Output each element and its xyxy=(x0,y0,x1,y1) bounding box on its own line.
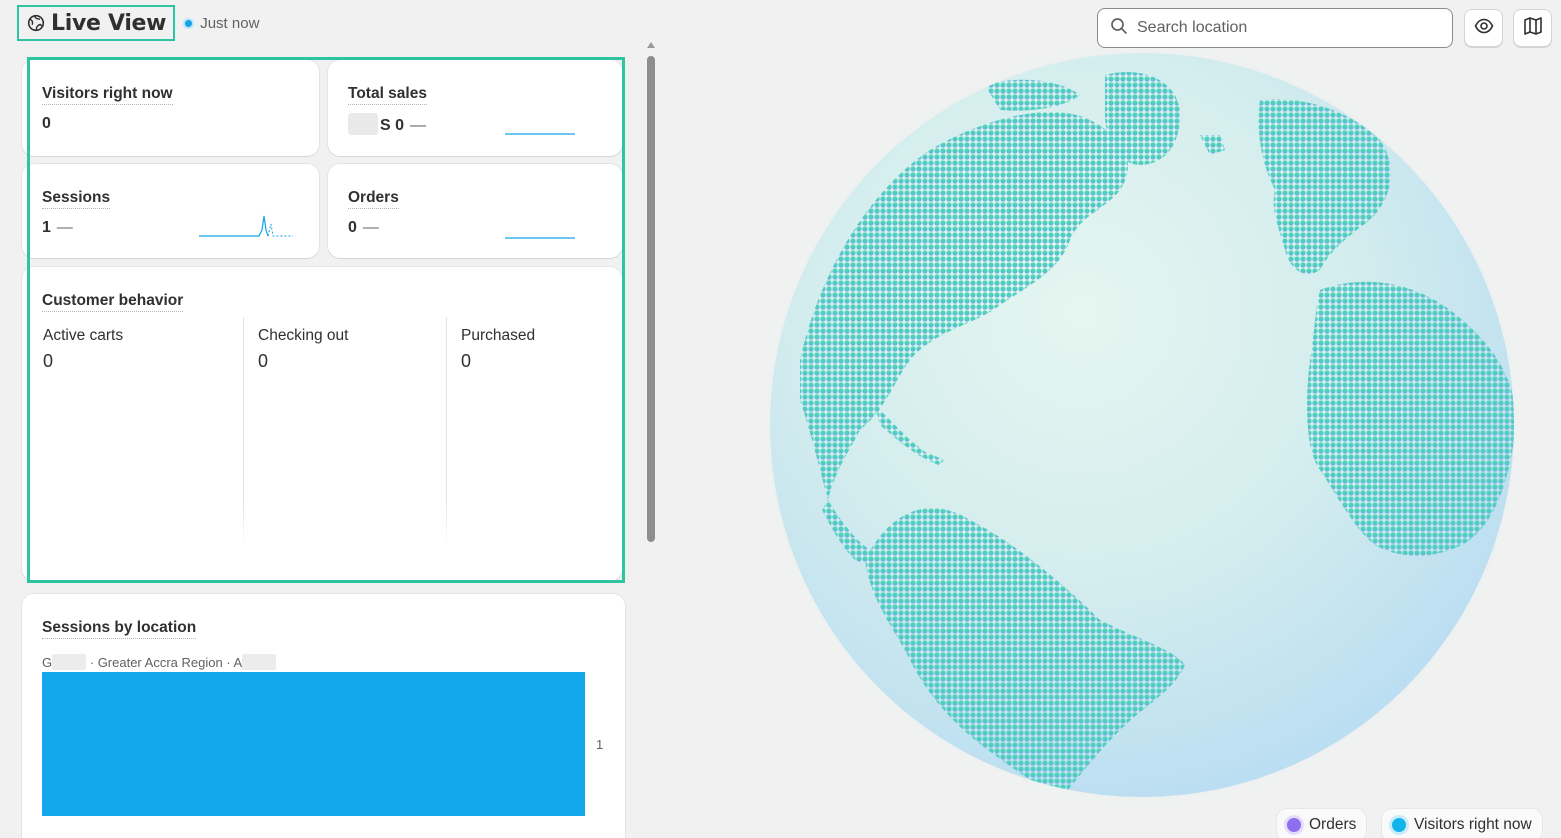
legend-visitors-label: Visitors right now xyxy=(1414,816,1532,833)
orders-number: 0 xyxy=(348,219,357,236)
globe-icon xyxy=(27,14,45,32)
total-sales-number: S 0 xyxy=(380,117,405,135)
globe[interactable] xyxy=(750,33,1540,820)
purchased-column: Purchased 0 xyxy=(461,327,535,372)
total-sales-value: S 0 — xyxy=(348,113,427,137)
map-icon xyxy=(1523,16,1543,41)
location-region: · Greater Accra Region · A xyxy=(89,654,243,670)
location-bar[interactable] xyxy=(42,672,585,816)
search-location-field[interactable] xyxy=(1097,8,1453,48)
scrollbar[interactable] xyxy=(646,42,656,544)
customer-behavior-title[interactable]: Customer behavior xyxy=(42,292,184,312)
orders-label[interactable]: Orders xyxy=(348,189,399,209)
checking-out-column: Checking out 0 xyxy=(258,327,348,372)
location-count: 1 xyxy=(596,737,604,752)
location-label: G · Greater Accra Region · A xyxy=(42,654,277,670)
total-sales-sparkline xyxy=(505,133,575,135)
live-view-title-box: Live View xyxy=(17,5,176,41)
redacted-currency xyxy=(348,113,378,135)
last-updated-text: Just now xyxy=(200,14,260,32)
live-status: Just now xyxy=(183,15,259,32)
page-title: Live View xyxy=(51,10,167,36)
location-prefix: G xyxy=(42,654,53,670)
sessions-label[interactable]: Sessions xyxy=(42,189,111,209)
live-dot-icon xyxy=(183,17,195,29)
orders-change: — xyxy=(362,219,379,236)
visitors-number: 0 xyxy=(42,115,51,132)
sessions-sparkline xyxy=(199,215,293,237)
visitors-dot-icon xyxy=(1392,818,1406,832)
map-view-button[interactable] xyxy=(1513,9,1552,47)
orders-dot-icon xyxy=(1287,818,1301,832)
total-sales-label[interactable]: Total sales xyxy=(348,85,427,105)
legend-visitors: Visitors right now xyxy=(1382,809,1542,838)
visitors-label[interactable]: Visitors right now xyxy=(42,85,173,105)
redacted-city xyxy=(242,654,277,670)
active-carts-value: 0 xyxy=(43,351,54,371)
legend-orders-label: Orders xyxy=(1309,816,1357,833)
redacted-country xyxy=(52,654,87,670)
column-divider xyxy=(243,317,244,547)
page-header: Live View Just now xyxy=(17,5,259,41)
search-icon xyxy=(1110,17,1128,40)
visibility-button[interactable] xyxy=(1464,9,1503,47)
orders-sparkline xyxy=(505,237,575,239)
active-carts-column: Active carts 0 xyxy=(43,327,123,372)
sessions-by-location-card[interactable]: Sessions by location G · Greater Accra R… xyxy=(22,594,625,838)
orders-value: 0— xyxy=(348,219,379,237)
active-carts-label: Active carts xyxy=(43,327,124,344)
purchased-label: Purchased xyxy=(461,327,536,344)
checking-out-label: Checking out xyxy=(258,327,349,344)
sessions-change: — xyxy=(56,219,73,236)
globe-view[interactable] xyxy=(750,33,1540,825)
visitors-value: 0 xyxy=(42,115,51,133)
visitors-card[interactable]: Visitors right now 0 xyxy=(22,60,319,156)
scroll-up-arrow[interactable] xyxy=(647,42,655,48)
eye-icon xyxy=(1474,16,1494,41)
metrics-panel[interactable]: Visitors right now 0 Total sales S 0 — Se… xyxy=(22,56,626,838)
total-sales-card[interactable]: Total sales S 0 — xyxy=(328,60,622,156)
customer-behavior-card[interactable]: Customer behavior Active carts 0 Checkin… xyxy=(22,267,622,581)
purchased-value: 0 xyxy=(461,351,472,371)
sessions-by-location-title[interactable]: Sessions by location xyxy=(42,619,197,639)
orders-card[interactable]: Orders 0— xyxy=(328,164,622,258)
legend-orders: Orders xyxy=(1277,809,1367,838)
total-sales-change: — xyxy=(410,117,427,135)
scrollbar-thumb[interactable] xyxy=(647,56,655,542)
sessions-number: 1 xyxy=(42,219,51,236)
search-location-input[interactable] xyxy=(1137,19,1437,37)
sessions-card[interactable]: Sessions 1— xyxy=(22,164,319,258)
column-divider xyxy=(446,317,447,547)
sessions-value: 1— xyxy=(42,219,73,237)
checking-out-value: 0 xyxy=(258,351,269,371)
